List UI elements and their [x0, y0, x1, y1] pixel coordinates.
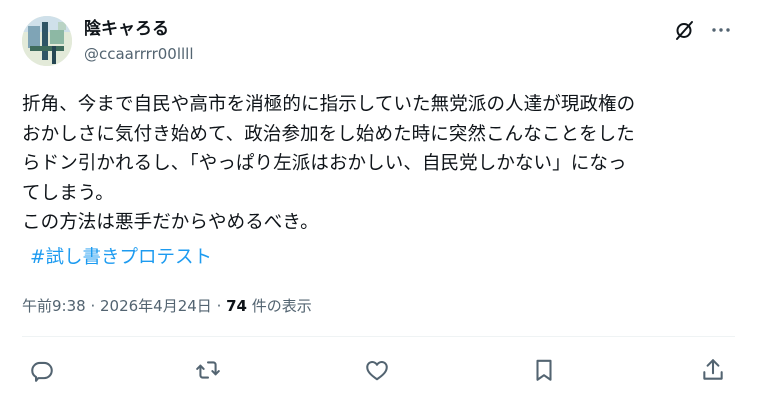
repost-icon: [196, 361, 220, 379]
repost-button[interactable]: [195, 357, 221, 383]
tweet-date[interactable]: 2026年4月24日: [100, 297, 212, 315]
like-button[interactable]: [364, 357, 390, 383]
meta-separator: ·: [211, 297, 227, 315]
avatar-image: [22, 16, 72, 66]
avatar[interactable]: [22, 16, 72, 66]
more-icon[interactable]: [709, 18, 733, 42]
share-button[interactable]: [700, 357, 726, 383]
grok-icon[interactable]: [673, 18, 697, 42]
views-label[interactable]: 件の表示: [247, 297, 312, 315]
author-display-name[interactable]: 陰キャろる: [84, 18, 169, 40]
like-icon: [366, 360, 388, 381]
bookmark-icon: [536, 359, 552, 381]
views-count[interactable]: 74: [226, 297, 247, 315]
share-icon: [703, 359, 723, 380]
hashtag-link[interactable]: #試し書きプロテスト: [30, 245, 212, 271]
tweet-time[interactable]: 午前9:38: [22, 297, 86, 315]
author-handle[interactable]: @ccaarrrr00llll: [84, 44, 194, 64]
meta-separator: ·: [85, 297, 100, 315]
reply-icon: [31, 361, 53, 382]
bookmark-button[interactable]: [531, 357, 557, 383]
reply-button[interactable]: [29, 357, 55, 383]
tweet-text: 折角、今まで自民や高市を消極的に指示していた無党派の人達が現政権の おかしさに気…: [22, 94, 636, 233]
tweet-meta: 午前9:38 · 2026年4月24日 · 74 件の表示: [22, 296, 312, 316]
divider: [22, 336, 735, 337]
